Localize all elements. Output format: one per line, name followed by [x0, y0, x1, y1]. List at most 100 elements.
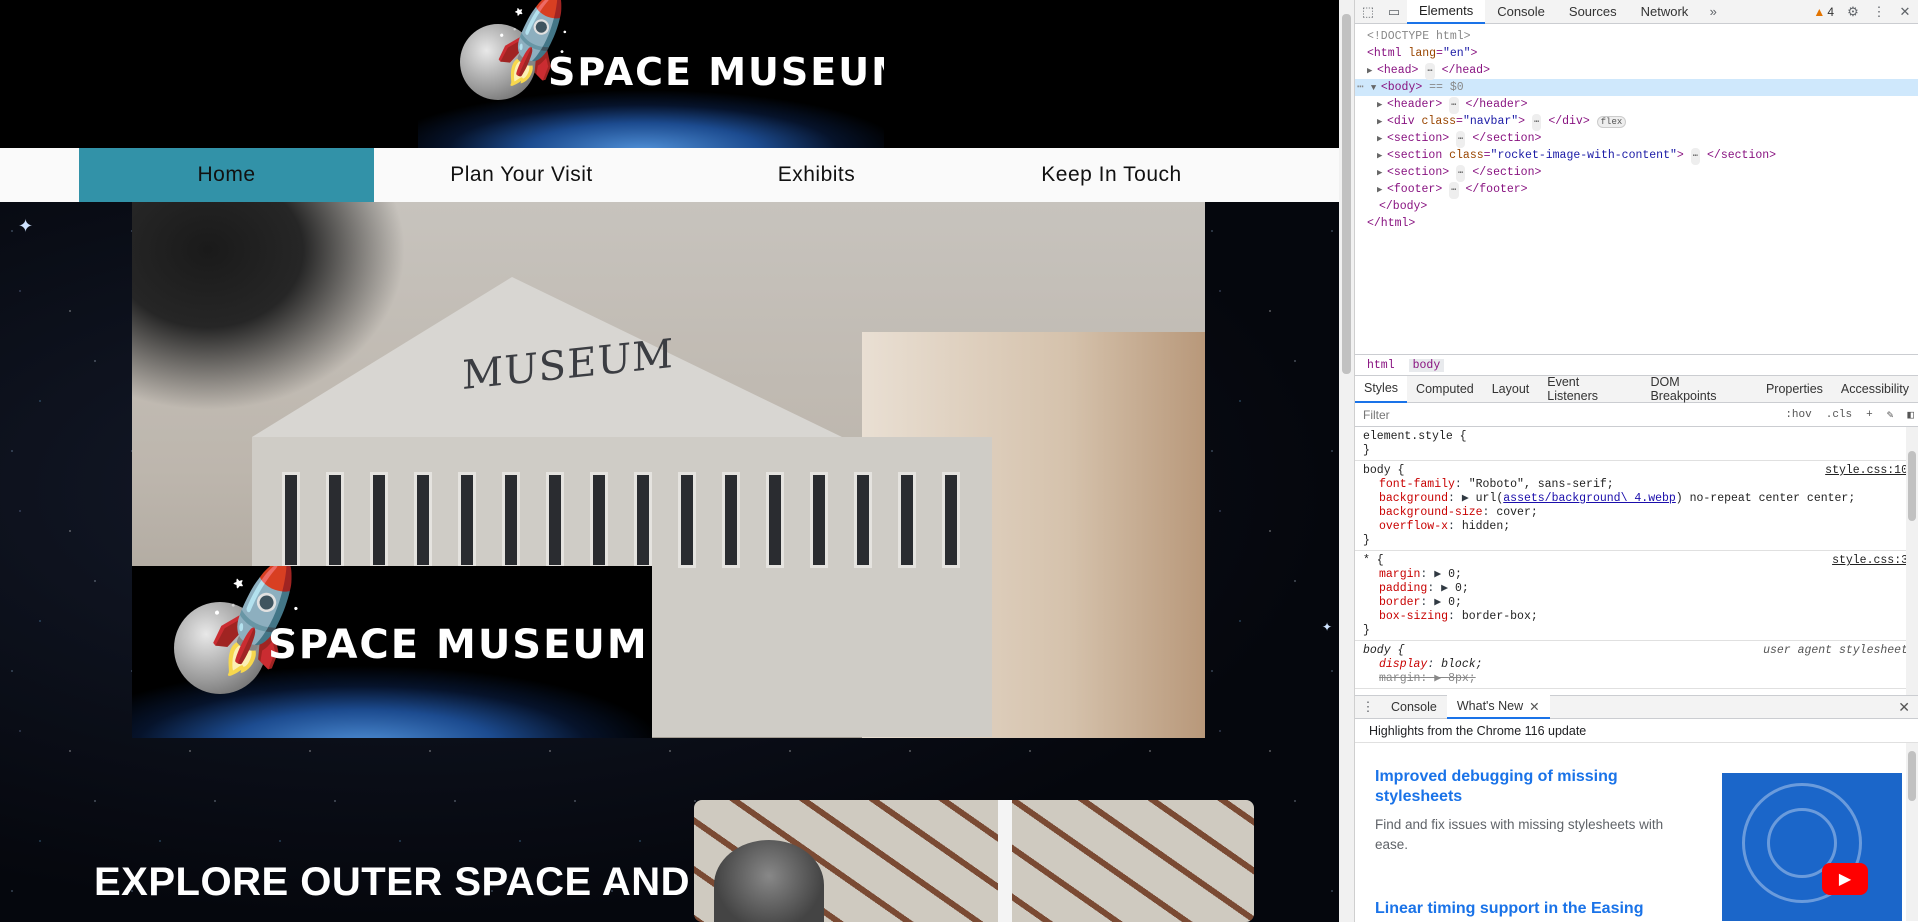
- nav-item-plan-your-visit[interactable]: Plan Your Visit: [374, 148, 669, 202]
- element-style-rule[interactable]: element.style { }: [1355, 427, 1918, 461]
- whats-new-description: Find and fix issues with missing stylesh…: [1375, 817, 1664, 852]
- close-drawer-icon[interactable]: ✕: [1898, 699, 1910, 716]
- source-link[interactable]: style.css:10: [1825, 464, 1908, 477]
- tab-properties[interactable]: Properties: [1757, 376, 1832, 403]
- highlights-header: Highlights from the Chrome 116 update: [1355, 719, 1918, 743]
- hover-state-button[interactable]: :hov: [1781, 409, 1815, 421]
- settings-gear-icon[interactable]: ⚙: [1840, 0, 1866, 24]
- hero-logo-overlay: 🚀 SPACE MUSEUM: [132, 566, 652, 738]
- whats-new-link[interactable]: Linear timing support in the Easing: [1375, 899, 1675, 919]
- styles-subtabbar: Styles Computed Layout Event Listeners D…: [1355, 375, 1918, 403]
- drawer-tab-whats-new[interactable]: What's New ✕: [1446, 695, 1550, 719]
- whats-new-panel: Improved debugging of missing stylesheet…: [1355, 743, 1918, 921]
- palm-tree: [132, 202, 432, 432]
- dom-doctype[interactable]: <!DOCTYPE html>: [1355, 28, 1918, 45]
- tab-styles[interactable]: Styles: [1355, 375, 1408, 403]
- css-property-overridden[interactable]: margin: ▶ 8px;: [1363, 672, 1910, 686]
- page-scroll-thumb[interactable]: [1342, 14, 1351, 374]
- styles-filter-bar: :hov .cls + ✎ ◧: [1355, 403, 1918, 427]
- breadcrumb-body[interactable]: body: [1408, 358, 1445, 372]
- class-toggle-button[interactable]: .cls: [1822, 409, 1856, 421]
- nav-item-exhibits[interactable]: Exhibits: [669, 148, 964, 202]
- warning-count: 4: [1827, 4, 1834, 19]
- css-property[interactable]: font-family: "Roboto", sans-serif;: [1363, 478, 1910, 492]
- whats-new-item: Linear timing support in the Easing: [1375, 899, 1675, 919]
- drawer-tab-console[interactable]: Console: [1381, 695, 1447, 719]
- css-property[interactable]: background-size: cover;: [1363, 506, 1910, 520]
- dom-section[interactable]: ▶ <section> ⋯ </section>: [1355, 164, 1918, 182]
- whats-new-video-thumbnail[interactable]: ▶: [1722, 773, 1902, 921]
- close-tab-icon[interactable]: ✕: [1529, 699, 1539, 714]
- header-logo[interactable]: 🚀 SPACE MUSEUM: [418, 0, 884, 148]
- page-viewport: ✦ ✦ 🚀 SPACE MUSEUM Home Plan Your Visit …: [0, 0, 1339, 922]
- rocket-body: [998, 800, 1012, 922]
- css-property[interactable]: padding: ▶ 0;: [1363, 582, 1910, 596]
- device-toolbar-icon[interactable]: ▭: [1381, 0, 1407, 24]
- source-link[interactable]: style.css:3: [1832, 554, 1908, 567]
- tab-accessibility[interactable]: Accessibility: [1832, 376, 1918, 403]
- whats-new-link[interactable]: Improved debugging of missing stylesheet…: [1375, 767, 1675, 807]
- devtools-tabbar: ⬚ ▭ Elements Console Sources Network » ▲…: [1355, 0, 1918, 24]
- star-icon: ✦: [18, 216, 34, 236]
- inspect-element-icon[interactable]: ⬚: [1355, 0, 1381, 24]
- devtools-panel: ⬚ ▭ Elements Console Sources Network » ▲…: [1354, 0, 1918, 922]
- page-scrollbar[interactable]: [1339, 0, 1354, 922]
- rocket-hangar-image: [694, 800, 1254, 922]
- breadcrumb-html[interactable]: html: [1363, 359, 1399, 372]
- flex-badge[interactable]: flex: [1596, 116, 1627, 128]
- more-options-icon[interactable]: ⋮: [1866, 0, 1892, 24]
- css-property[interactable]: box-sizing: border-box;: [1363, 610, 1910, 624]
- youtube-play-icon[interactable]: ▶: [1822, 863, 1868, 895]
- tab-event-listeners[interactable]: Event Listeners: [1538, 375, 1641, 403]
- chevron-double-right-icon[interactable]: »: [1700, 0, 1726, 24]
- dom-html-open[interactable]: <html lang="en">: [1355, 45, 1918, 62]
- dom-footer[interactable]: ▶ <footer> ⋯ </footer>: [1355, 181, 1918, 199]
- nav-item-home[interactable]: Home: [79, 148, 374, 202]
- drawer-menu-icon[interactable]: ⋮: [1355, 695, 1381, 719]
- navbar: Home Plan Your Visit Exhibits Keep In To…: [0, 148, 1339, 202]
- dom-head[interactable]: ▶ <head> ⋯ </head>: [1355, 62, 1918, 80]
- styles-scroll-thumb[interactable]: [1908, 451, 1916, 521]
- whats-new-scroll-thumb[interactable]: [1908, 751, 1916, 801]
- body-rule[interactable]: style.css:10 body { font-family: "Roboto…: [1355, 461, 1918, 551]
- close-devtools-icon[interactable]: ✕: [1892, 0, 1918, 24]
- warnings-badge[interactable]: ▲ 4: [1807, 5, 1840, 19]
- site-header: 🚀 SPACE MUSEUM: [0, 0, 1339, 148]
- universal-rule[interactable]: style.css:3 * { margin: ▶ 0; padding: ▶ …: [1355, 551, 1918, 641]
- tab-network[interactable]: Network: [1629, 0, 1701, 24]
- logo-text: SPACE MUSEUM: [548, 50, 884, 94]
- css-property[interactable]: background: ▶ url(assets/background\ 4.w…: [1363, 492, 1910, 506]
- user-agent-rule[interactable]: user agent stylesheet body { display: bl…: [1355, 641, 1918, 689]
- dom-body-selected[interactable]: ⋯ ▼ <body> == $0: [1355, 79, 1918, 96]
- tab-console[interactable]: Console: [1485, 0, 1557, 24]
- styles-filter-input[interactable]: [1363, 407, 1776, 422]
- warning-icon: ▲: [1813, 4, 1826, 19]
- breadcrumb: html body: [1355, 354, 1918, 376]
- tab-layout[interactable]: Layout: [1483, 376, 1539, 403]
- css-property[interactable]: overflow-x: hidden;: [1363, 520, 1910, 534]
- css-property[interactable]: display: block;: [1363, 658, 1910, 672]
- whats-new-scrollbar[interactable]: [1906, 743, 1918, 921]
- styles-pane: element.style { } style.css:10 body { fo…: [1355, 427, 1918, 695]
- css-property[interactable]: margin: ▶ 0;: [1363, 568, 1910, 582]
- dom-rocket-section[interactable]: ▶ <section class="rocket-image-with-conte…: [1355, 147, 1918, 165]
- styles-scrollbar[interactable]: [1906, 427, 1918, 695]
- toggle-sidebar-icon[interactable]: ◧: [1903, 408, 1918, 422]
- star-icon: ✦: [1322, 620, 1333, 634]
- paint-brush-icon[interactable]: ✎: [1883, 408, 1898, 422]
- new-style-rule-icon[interactable]: +: [1862, 409, 1877, 421]
- tab-computed[interactable]: Computed: [1407, 376, 1483, 403]
- whats-new-item: Improved debugging of missing stylesheet…: [1375, 767, 1675, 855]
- dom-html-close[interactable]: </html>: [1355, 215, 1918, 232]
- tab-sources[interactable]: Sources: [1557, 0, 1629, 24]
- css-property[interactable]: border: ▶ 0;: [1363, 596, 1910, 610]
- hero-logo-text: SPACE MUSEUM: [268, 622, 649, 668]
- dom-header[interactable]: ▶ <header> ⋯ </header>: [1355, 96, 1918, 114]
- dom-section[interactable]: ▶ <section> ⋯ </section>: [1355, 130, 1918, 148]
- tab-dom-breakpoints[interactable]: DOM Breakpoints: [1641, 375, 1757, 403]
- nav-item-keep-in-touch[interactable]: Keep In Touch: [964, 148, 1259, 202]
- dom-navbar-div[interactable]: ▶ <div class="navbar"> ⋯ </div> flex: [1355, 113, 1918, 131]
- section-title: EXPLORE OUTER SPACE AND: [94, 860, 691, 904]
- tab-elements[interactable]: Elements: [1407, 0, 1486, 24]
- dom-body-close[interactable]: </body>: [1355, 198, 1918, 215]
